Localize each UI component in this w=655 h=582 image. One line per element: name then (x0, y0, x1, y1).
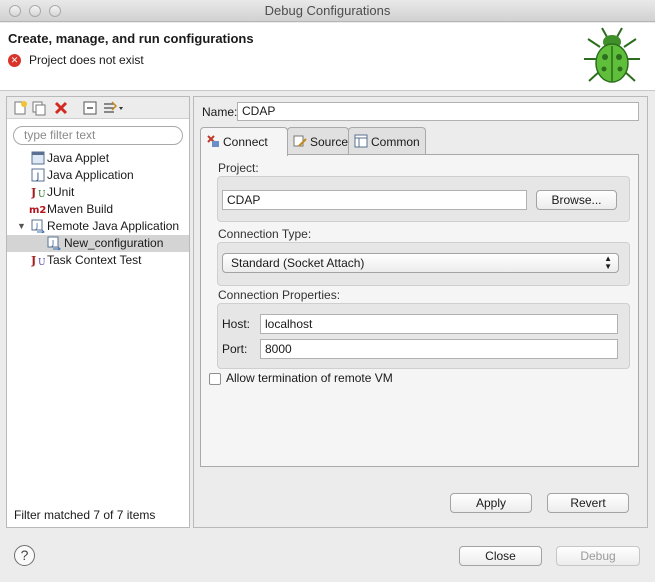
tab-label: Common (371, 135, 420, 149)
window-title: Debug Configurations (264, 3, 391, 18)
tree-item-label: Maven Build (47, 202, 114, 216)
zoom-window-button[interactable] (49, 5, 61, 17)
junit-icon: J U (31, 186, 45, 199)
connect-tab-panel: Project: CDAP Browse... Connection Type:… (200, 154, 639, 467)
connection-properties-group: Host: localhost Port: 8000 (217, 303, 630, 369)
tree-item-java-application[interactable]: J Java Application (7, 167, 189, 184)
minimize-window-button[interactable] (29, 5, 41, 17)
tree-item-label: Task Context Test (47, 253, 142, 267)
host-field[interactable]: localhost (260, 314, 618, 334)
name-input[interactable]: CDAP (237, 102, 639, 121)
duplicate-icon[interactable] (31, 100, 47, 116)
connect-icon (207, 135, 219, 147)
header-title: Create, manage, and run configurations (8, 31, 254, 46)
connection-properties-label: Connection Properties: (218, 288, 341, 302)
filter-input[interactable]: type filter text (13, 126, 183, 145)
tab-source[interactable]: Source (287, 127, 349, 155)
remote-java-icon: J (31, 219, 45, 233)
remote-config-icon: J (47, 236, 61, 250)
connection-type-group: Standard (Socket Attach) ▲ ▼ (217, 242, 630, 286)
connection-type-value: Standard (Socket Attach) (231, 256, 365, 270)
tab-common[interactable]: Common (348, 127, 426, 155)
tree-item-remote-java-application[interactable]: ▼ J Remote Java Application (7, 218, 189, 235)
name-label: Name: (202, 105, 238, 119)
host-label: Host: (222, 317, 251, 331)
common-icon (354, 134, 368, 148)
tree-item-java-applet[interactable]: Java Applet (7, 150, 189, 167)
delete-icon[interactable] (53, 100, 69, 116)
select-arrows-icon: ▲ ▼ (604, 254, 612, 271)
project-field[interactable]: CDAP (222, 190, 527, 210)
allow-termination-label: Allow termination of remote VM (226, 371, 393, 385)
tree-item-label: JUnit (47, 185, 75, 199)
source-icon (293, 135, 307, 147)
svg-text:J: J (35, 222, 38, 230)
configurations-pane: type filter text Java Applet J Java Appl… (6, 96, 190, 528)
tab-label: Source (310, 135, 349, 149)
tree-item-label: Java Applet (47, 151, 110, 165)
tree-item-label: Java Application (47, 168, 134, 182)
expand-triangle-icon[interactable]: ▼ (17, 218, 26, 235)
filter-status: Filter matched 7 of 7 items (14, 508, 156, 522)
configuration-tree: Java Applet J Java Application J U JUnit… (7, 150, 189, 269)
close-button[interactable]: Close (459, 546, 542, 566)
left-toolbar (7, 97, 189, 119)
tree-item-label: New_configuration (64, 236, 164, 250)
title-bar: Debug Configurations (0, 0, 655, 22)
debug-bug-icon (584, 27, 640, 83)
connection-type-label: Connection Type: (218, 227, 312, 241)
allow-termination-checkbox[interactable] (209, 373, 221, 385)
tab-label: Connect (223, 135, 268, 149)
port-label: Port: (222, 342, 248, 356)
filter-icon[interactable] (102, 100, 124, 116)
debug-button[interactable]: Debug (556, 546, 640, 566)
tree-item-new-configuration[interactable]: J New_configuration (7, 235, 189, 252)
svg-text:U: U (38, 190, 45, 199)
tree-item-task-context-test[interactable]: J U Task Context Test (7, 252, 189, 269)
svg-text:J: J (31, 254, 36, 267)
project-group-label: Project: (218, 161, 259, 175)
new-configuration-icon[interactable] (12, 100, 28, 116)
tree-item-junit[interactable]: J U JUnit (7, 184, 189, 201)
dialog-header: Create, manage, and run configurations ✕… (0, 23, 655, 91)
tree-item-maven-build[interactable]: m2 Maven Build (7, 201, 189, 218)
tree-item-label: Remote Java Application (47, 219, 180, 233)
tab-connect[interactable]: Connect (200, 127, 288, 156)
help-icon[interactable]: ? (14, 545, 35, 566)
connection-type-select[interactable]: Standard (Socket Attach) ▲ ▼ (222, 253, 619, 273)
browse-button[interactable]: Browse... (536, 190, 617, 210)
close-window-button[interactable] (9, 5, 21, 17)
svg-text:U: U (38, 258, 45, 267)
svg-text:J: J (51, 239, 54, 247)
java-applet-icon (31, 151, 45, 165)
header-message: Project does not exist (29, 53, 144, 67)
error-icon: ✕ (8, 54, 21, 67)
apply-button[interactable]: Apply (450, 493, 532, 513)
svg-text:m2: m2 (29, 205, 46, 216)
revert-button[interactable]: Revert (547, 493, 629, 513)
svg-text:J: J (31, 186, 36, 199)
collapse-all-icon[interactable] (82, 100, 98, 116)
maven-icon: m2 (29, 205, 46, 216)
port-field[interactable]: 8000 (260, 339, 618, 359)
task-context-icon: J U (31, 254, 45, 267)
configuration-editor: Name: CDAP Connect Source Common Project… (193, 96, 648, 528)
java-application-icon: J (31, 168, 45, 182)
project-group: CDAP Browse... (217, 176, 630, 222)
svg-text:J: J (36, 172, 40, 182)
